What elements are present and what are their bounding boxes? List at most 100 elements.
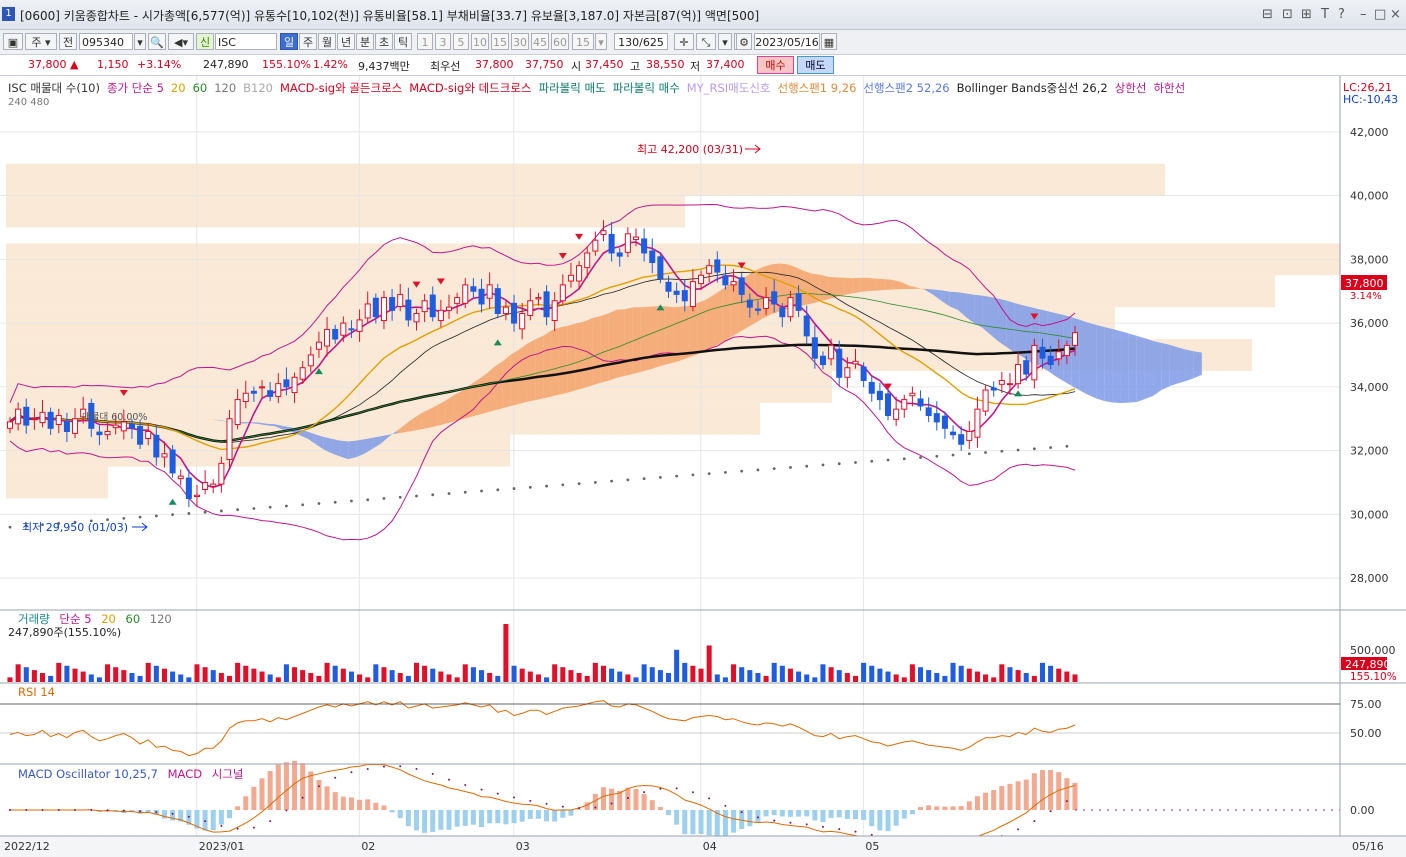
volume-bar-93	[763, 675, 769, 682]
code-dropdown-icon[interactable]: ▾	[134, 33, 146, 50]
minimize-icon[interactable]: –	[1360, 7, 1367, 22]
custom-dropdown-icon[interactable]: ▾	[595, 33, 607, 50]
price-tick-2: 38,000	[1350, 253, 1389, 266]
candle-body-61	[502, 306, 509, 315]
price-tick-3: 36,000	[1350, 317, 1389, 330]
cloud-seg-119	[1104, 326, 1113, 403]
candle-body-1	[15, 408, 22, 425]
maximize-icon[interactable]: □	[1374, 7, 1386, 22]
candle-body-31	[259, 386, 266, 389]
candle-body-127	[1039, 346, 1046, 359]
signal-dot-70	[578, 807, 581, 810]
min-60[interactable]: 60	[551, 33, 569, 50]
candle-body-114	[933, 413, 940, 423]
settings-icon[interactable]: ⚙	[736, 33, 752, 50]
code-input[interactable]: 095340	[79, 33, 133, 50]
candle-body-109	[893, 408, 900, 420]
volume-bar-111	[909, 664, 915, 682]
min-45[interactable]: 45	[531, 33, 549, 50]
custom-interval[interactable]: 15	[572, 33, 594, 50]
x-label-3: 03	[516, 840, 530, 853]
draw-tool-icon[interactable]: ⤡	[696, 33, 716, 50]
stock-chart[interactable]: ISC 매물대 수(10) 종가 단순 5 20 60 120 B120 MACD-sig와…	[0, 76, 1406, 857]
interval-minute[interactable]: 분	[356, 33, 374, 50]
parabolic-dot-28	[236, 508, 240, 512]
crosshair-icon[interactable]: ✛	[674, 33, 694, 50]
date-input[interactable]: 2023/05/16	[754, 33, 820, 50]
interval-month[interactable]: 월	[318, 33, 336, 50]
interval-week[interactable]: 주	[299, 33, 317, 50]
cloud-seg-118	[1096, 324, 1105, 402]
interval-tick[interactable]: 틱	[394, 33, 412, 50]
volume-info: 247,890주(155.10%)	[8, 626, 121, 639]
layout-icon[interactable]: ▣	[3, 33, 23, 50]
min-10[interactable]: 10	[471, 33, 489, 50]
macd-bar-47	[389, 810, 395, 813]
cloud-seg-84	[819, 274, 828, 302]
min-1[interactable]: 1	[417, 33, 433, 50]
candle-body-44	[364, 303, 371, 319]
price-change: 1,150	[97, 58, 129, 71]
min-3[interactable]: 3	[435, 33, 451, 50]
min-30[interactable]: 30	[511, 33, 529, 50]
buy-button[interactable]: 매수	[757, 56, 794, 74]
signal-dot-58	[480, 788, 483, 791]
min-15[interactable]: 15	[491, 33, 509, 50]
candle-body-66	[543, 291, 550, 318]
candle-body-116	[950, 431, 957, 436]
macd-bar-52	[430, 810, 436, 832]
legend-item-1: 종가 단순 5	[107, 81, 164, 95]
rsi-tick-50: 50.00	[1350, 727, 1382, 740]
window-btn-1-icon[interactable]: ⊟	[1262, 7, 1273, 22]
interval-year[interactable]: 년	[337, 33, 355, 50]
calendar-icon[interactable]: ▦	[821, 33, 837, 50]
macd-bar-109	[893, 810, 899, 826]
volume-bar-19	[161, 668, 167, 682]
draw-dropdown-icon[interactable]: ▾	[718, 33, 732, 50]
candle-body-21	[177, 475, 184, 480]
candle-body-30	[250, 390, 257, 394]
signal-dot-36	[301, 796, 304, 799]
volume-bar-95	[779, 665, 785, 682]
close-icon[interactable]: ×	[1390, 7, 1401, 22]
volume-bar-115	[942, 675, 948, 682]
main-legend[interactable]: ISC 매물대 수(10) 종가 단순 5 20 60 120 B120 MACD-sig와…	[8, 81, 1185, 95]
sell-button[interactable]: 매도	[797, 56, 834, 74]
signal-dot-84	[691, 791, 694, 794]
stock-name-input[interactable]: ISC	[215, 33, 277, 50]
parabolic-dot-48	[398, 495, 402, 499]
candle-body-20	[169, 449, 176, 474]
signal-dot-18	[155, 811, 158, 814]
period-select[interactable]: 주 ▾	[25, 33, 57, 50]
interval-day[interactable]: 일	[280, 33, 298, 50]
candle-body-40	[332, 328, 339, 340]
window-btn-2-icon[interactable]: ⊡	[1282, 7, 1293, 22]
sound-icon[interactable]: ◀▾	[168, 33, 194, 50]
signal-dot-30	[252, 826, 255, 829]
cloud-seg-125	[1153, 341, 1162, 396]
credit-badge[interactable]: 신	[196, 33, 214, 50]
volume-bar-45	[373, 664, 379, 682]
candle-body-80	[657, 256, 664, 279]
bar-count[interactable]: 130/625	[614, 33, 668, 50]
volume-bar-98	[804, 674, 810, 682]
cloud-seg-52	[559, 325, 568, 395]
signal-label: 시그널	[212, 767, 244, 781]
interval-second[interactable]: 초	[375, 33, 393, 50]
macd-bar-108	[885, 810, 891, 832]
search-icon[interactable]: 🔍	[148, 33, 166, 50]
legend-item-6: MACD-sig와 골든크로스	[280, 81, 402, 95]
window-btn-3-icon[interactable]: ⊞	[1301, 7, 1312, 22]
volume-bar-62	[511, 665, 517, 682]
current-price-tag-text: 37,800	[1345, 277, 1384, 290]
min-5[interactable]: 5	[453, 33, 469, 50]
candle-body-69	[567, 274, 574, 282]
signal-dot-6	[57, 809, 60, 811]
signal-dot-4	[41, 809, 44, 811]
candle-body-58	[478, 288, 485, 305]
prev-button[interactable]: 전	[59, 33, 77, 50]
help-icon[interactable]: ?	[1338, 7, 1345, 22]
volume-bar-0	[7, 677, 13, 682]
text-tool-icon[interactable]: T	[1321, 7, 1329, 22]
candle-body-72	[592, 239, 599, 252]
